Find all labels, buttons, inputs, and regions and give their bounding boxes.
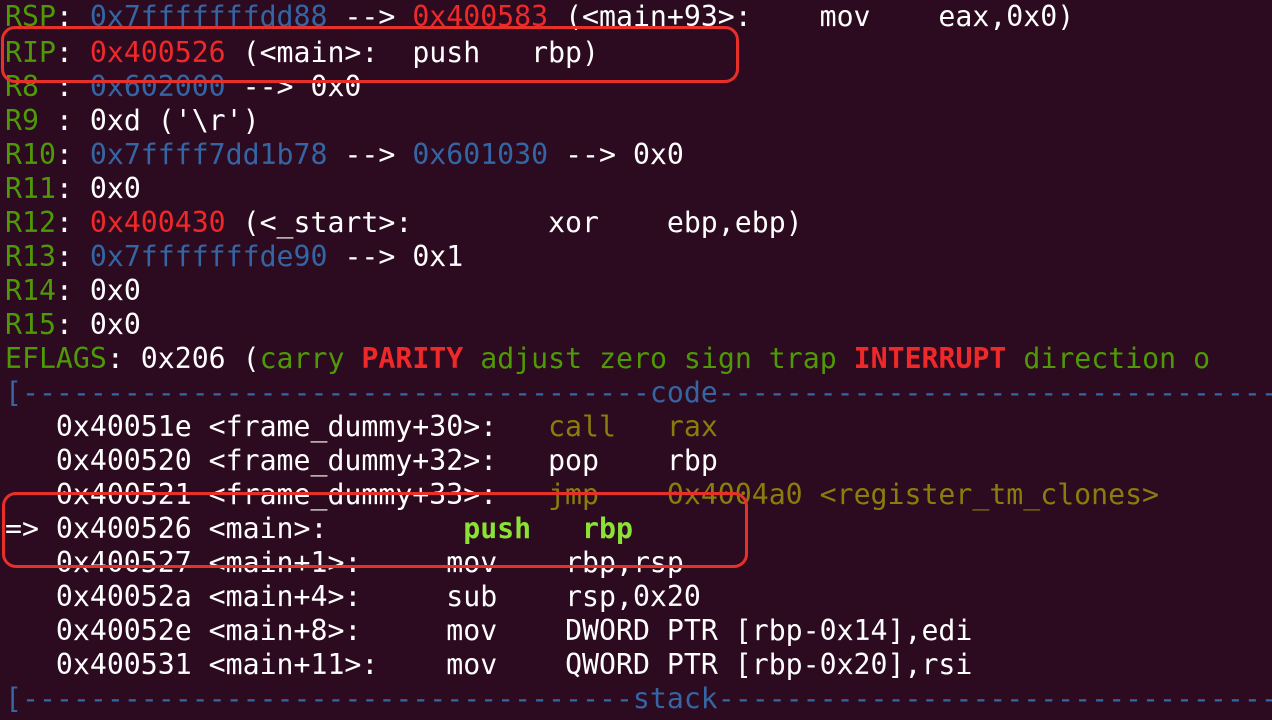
instruction-pointer-marker (5, 580, 56, 613)
instruction-operands: rbp (666, 444, 718, 477)
instruction-mnemonic: pop (548, 444, 599, 477)
instruction-symbol: <main+8>: (191, 614, 447, 647)
instruction-mnemonic: call (548, 410, 616, 443)
register-value: 0x0 (89, 172, 141, 205)
register-label: R10 (5, 138, 56, 171)
eflags-flag-adjust: adjust (480, 342, 583, 375)
register-value-address: 0x7fffffffde90 (89, 240, 328, 273)
rip-highlight-box (1, 26, 739, 83)
register-line-r13: R13: 0x7fffffffde90 --> 0x1 (5, 240, 464, 273)
eflags-flag-carry: carry (259, 342, 345, 375)
eflags-flag-trap: trap (768, 342, 837, 375)
instruction-pointer-marker (5, 614, 56, 647)
register-line-r9: R9 : 0xd ('\r') (5, 104, 260, 137)
instruction-pointer-marker (5, 648, 56, 681)
disassembly-line: 0x40052a <main+4>: sub rsp,0x20 (5, 580, 701, 614)
eflags-flag-direction: direction (1023, 342, 1177, 375)
register-label: R12 (5, 206, 56, 239)
eflags-flag-interrupt: INTERRUPT (853, 342, 1007, 375)
register-line-r10: R10: 0x7ffff7dd1b78 --> 0x601030 --> 0x0 (5, 138, 684, 171)
register-value: 0xd ('\r') (89, 104, 260, 137)
instruction-address: 0x400531 (55, 648, 192, 681)
instruction-pointer-marker (5, 444, 56, 477)
register-value-address: 0x7ffff7dd1b78 (89, 138, 328, 171)
instruction-spacer (497, 648, 565, 681)
instruction-symbol: <frame_dummy+30>: (191, 410, 549, 443)
stack-section-separator: [------------------------------------sta… (5, 682, 1272, 715)
eflags-flag-parity: PARITY (361, 342, 464, 375)
instruction-address: 0x40052e (55, 614, 192, 647)
disassembly-line: 0x40052e <main+8>: mov DWORD PTR [rbp-0x… (5, 614, 972, 648)
register-label: EFLAGS (5, 342, 107, 375)
register-label: R13 (5, 240, 56, 273)
register-label: R14 (5, 274, 56, 307)
eflags-flag-o: o (1193, 342, 1211, 375)
instruction-spacer (616, 410, 667, 443)
register-deref-address: 0x601030 (412, 138, 549, 171)
eflags-flag-sign: sign (683, 342, 752, 375)
register-line-r14: R14: 0x0 (5, 274, 141, 307)
stack-section-title: stack (632, 682, 718, 715)
instruction-symbol: <frame_dummy+32>: (191, 444, 549, 477)
instruction-address: 0x400520 (55, 444, 192, 477)
instruction-spacer (497, 614, 565, 647)
eflags-flag-list: carry PARITY adjust zero sign trap INTER… (260, 342, 1211, 375)
instruction-symbol: <main+11>: (191, 648, 447, 681)
instruction-mnemonic: mov (446, 648, 498, 681)
register-label: R15 (5, 308, 56, 341)
instruction-pointer-marker (5, 410, 56, 443)
register-line-r15: R15: 0x0 (5, 308, 141, 341)
register-line-eflags: EFLAGS: 0x206 (carry PARITY adjust zero … (5, 342, 1211, 375)
register-line-r11: R11: 0x0 (5, 172, 141, 205)
instruction-operands: rax (666, 410, 718, 443)
register-value: 0x0 (89, 274, 141, 307)
disassembly-line: 0x400520 <frame_dummy+32>: pop rbp (5, 444, 718, 478)
register-value-address: 0x400430 (89, 206, 226, 239)
instruction-operands: rsp,0x20 (565, 580, 701, 613)
instruction-address: 0x40052a (55, 580, 192, 613)
instruction-symbol: <main+4>: (191, 580, 447, 613)
instruction-spacer (497, 580, 565, 613)
instruction-mnemonic: sub (446, 580, 498, 613)
register-label: R11 (5, 172, 56, 205)
eflags-flag-zero: zero (599, 342, 667, 375)
gdb-peda-terminal[interactable]: RSP: 0x7fffffffdd88 --> 0x400583 (<main+… (0, 0, 1272, 720)
current-instruction-highlight-box (2, 492, 748, 568)
eflags-value: 0x206 ( (140, 342, 260, 375)
code-section-separator: [-------------------------------------co… (5, 376, 1272, 409)
register-line-r12: R12: 0x400430 (<_start>: xor ebp,ebp) (5, 206, 803, 239)
instruction-spacer (599, 444, 667, 477)
code-section-title: code (649, 376, 718, 409)
register-value: 0x0 (89, 308, 141, 341)
instruction-address: 0x40051e (55, 410, 192, 443)
disassembly-line: 0x40051e <frame_dummy+30>: call rax (5, 410, 718, 444)
instruction-operands: DWORD PTR [rbp-0x14],edi (565, 614, 973, 647)
instruction-operands: QWORD PTR [rbp-0x20],rsi (565, 648, 973, 681)
instruction-mnemonic: mov (446, 614, 498, 647)
register-label: R9 (5, 104, 56, 137)
disassembly-line: 0x400531 <main+11>: mov QWORD PTR [rbp-0… (5, 648, 972, 682)
